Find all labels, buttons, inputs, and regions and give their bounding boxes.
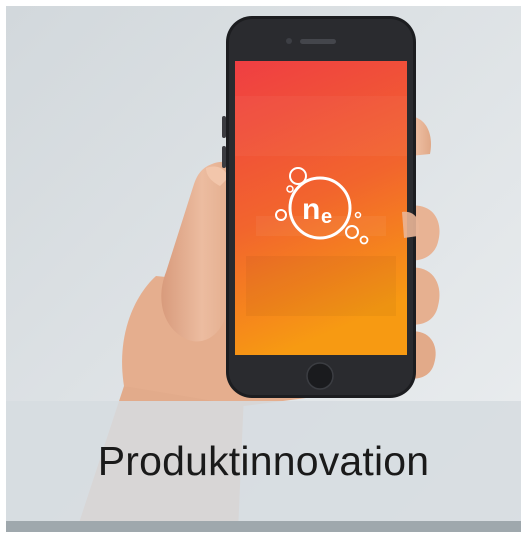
bottom-strip (6, 521, 521, 532)
caption-text: Produktinnovation (97, 437, 430, 484)
app-logo-text: n (302, 193, 320, 226)
image-tile[interactable]: n e Produktinnovation (6, 6, 521, 532)
svg-text:e: e (321, 206, 332, 228)
caption-band: Produktinnovation (6, 401, 521, 521)
